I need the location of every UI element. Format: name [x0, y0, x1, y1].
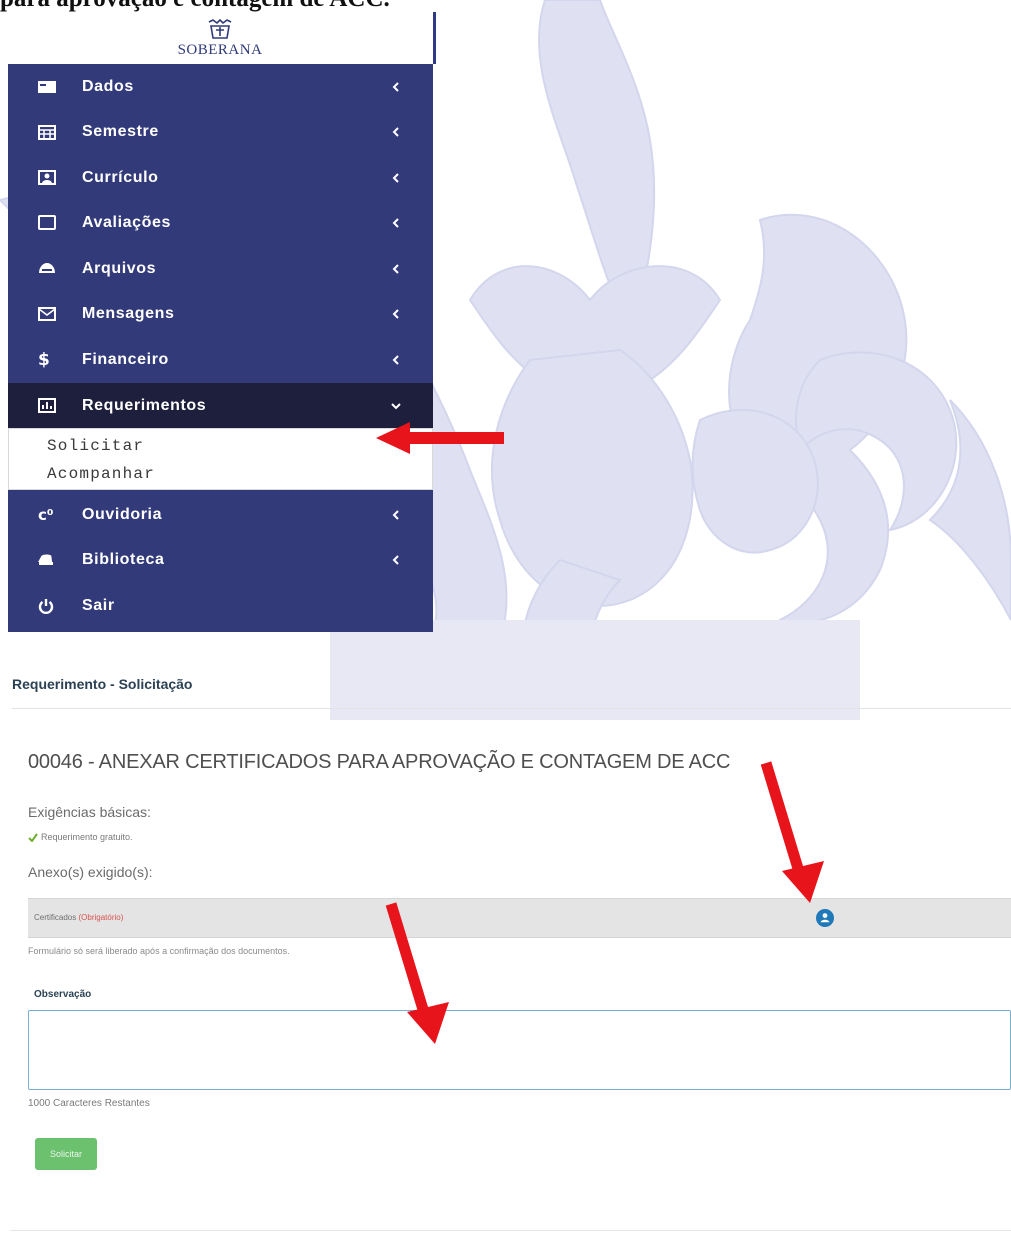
form-bottom-divider	[10, 1230, 1011, 1231]
user-upload-icon	[820, 913, 830, 923]
sidebar-item-sair[interactable]: Sair	[8, 583, 433, 628]
copyright-icon: c⁰	[38, 505, 54, 524]
upload-attachment-button[interactable]	[816, 909, 834, 927]
required-tag: (Obrigatório)	[78, 913, 124, 922]
sidebar-item-label: Currículo	[82, 168, 159, 186]
calendar-icon	[38, 124, 66, 140]
solicitar-button[interactable]: Solicitar	[35, 1138, 97, 1170]
id-card-icon	[38, 80, 66, 94]
power-icon	[38, 598, 66, 614]
page-title: Requerimento - Solicitação	[12, 676, 193, 692]
dollar-icon: $	[38, 349, 50, 370]
logo-text: SOBERANA	[177, 42, 263, 58]
sidebar-item-label: Dados	[82, 77, 134, 95]
submenu-item-solicitar[interactable]: Solicitar	[47, 437, 144, 455]
chevron-left-icon	[389, 354, 403, 365]
sidebar-item-label: Avaliações	[82, 213, 172, 231]
basic-requirement-item: Requerimento gratuito.	[28, 832, 133, 842]
sidebar-item-label: Sair	[82, 596, 115, 614]
document-heading: para aprovação e contagem de ACC.	[0, 0, 520, 14]
request-title: 00046 - ANEXAR CERTIFICADOS PARA APROVAÇ…	[28, 751, 731, 773]
chevron-left-icon	[389, 217, 403, 228]
sidebar-item-mensagens[interactable]: Mensagens	[8, 291, 433, 336]
chevron-left-icon	[389, 509, 403, 520]
observation-label: Observação	[34, 989, 92, 1000]
header-divider	[433, 12, 436, 64]
chevron-left-icon	[389, 554, 403, 565]
sidebar-item-avaliacoes[interactable]: Avaliações	[8, 200, 433, 245]
attachment-name: Certificados (Obrigatório)	[34, 913, 124, 922]
sidebar-item-biblioteca[interactable]: Biblioteca	[8, 537, 433, 582]
chevron-left-icon	[389, 308, 403, 319]
basic-requirements-label: Exigências básicas:	[28, 804, 151, 820]
sidebar-item-ouvidoria[interactable]: c⁰ Ouvidoria	[8, 492, 433, 537]
chevron-left-icon	[389, 126, 403, 137]
attachment-note: Formulário só será liberado após a confi…	[28, 946, 290, 956]
sidebar-item-semestre[interactable]: Semestre	[8, 109, 433, 154]
soberana-logo: SOBERANA	[140, 18, 300, 62]
sidebar-menu: Dados Semestre Currículo Avaliações Arqu…	[8, 64, 433, 632]
chevron-left-icon	[389, 263, 403, 274]
title-divider	[12, 708, 1011, 709]
sidebar-item-label: Ouvidoria	[82, 505, 163, 523]
chevron-left-icon	[389, 172, 403, 183]
requerimento-form: Requerimento - Solicitação 00046 - ANEXA…	[0, 664, 1011, 1245]
sidebar-item-label: Requerimentos	[82, 396, 207, 414]
report-icon	[38, 398, 66, 413]
portrait-icon	[38, 170, 66, 185]
chevron-down-icon	[389, 402, 403, 410]
arrow-left-icon	[376, 422, 504, 454]
cloud-icon	[38, 262, 66, 275]
car-icon	[38, 553, 66, 566]
character-counter: 1000 Caracteres Restantes	[28, 1098, 150, 1109]
sidebar-item-label: Biblioteca	[82, 550, 165, 568]
requerimentos-submenu: Solicitar Acompanhar	[8, 428, 433, 490]
attachments-label: Anexo(s) exigido(s):	[28, 864, 153, 880]
sidebar-item-label: Semestre	[82, 122, 159, 140]
chevron-left-icon	[389, 81, 403, 92]
observation-textarea[interactable]	[28, 1010, 1011, 1090]
sidebar-item-arquivos[interactable]: Arquivos	[8, 246, 433, 291]
checkmark-icon	[28, 832, 38, 842]
sidebar-item-dados[interactable]: Dados	[8, 64, 433, 109]
envelope-icon	[38, 306, 66, 321]
sidebar-item-financeiro[interactable]: $ Financeiro	[8, 337, 433, 382]
sidebar-item-curriculo[interactable]: Currículo	[8, 155, 433, 200]
sidebar-item-label: Arquivos	[82, 259, 157, 277]
sidebar-item-requerimentos[interactable]: Requerimentos	[8, 383, 433, 428]
arrow-down-right-icon	[760, 761, 824, 903]
square-icon	[38, 215, 66, 230]
basic-requirement-text: Requerimento gratuito.	[41, 832, 133, 842]
arrow-down-right-icon	[385, 902, 449, 1044]
attachment-row: Certificados (Obrigatório)	[28, 898, 1011, 938]
crest-icon	[208, 18, 232, 39]
sidebar-item-label: Mensagens	[82, 304, 175, 322]
submenu-item-acompanhar[interactable]: Acompanhar	[47, 465, 155, 483]
sidebar-item-label: Financeiro	[82, 350, 169, 368]
